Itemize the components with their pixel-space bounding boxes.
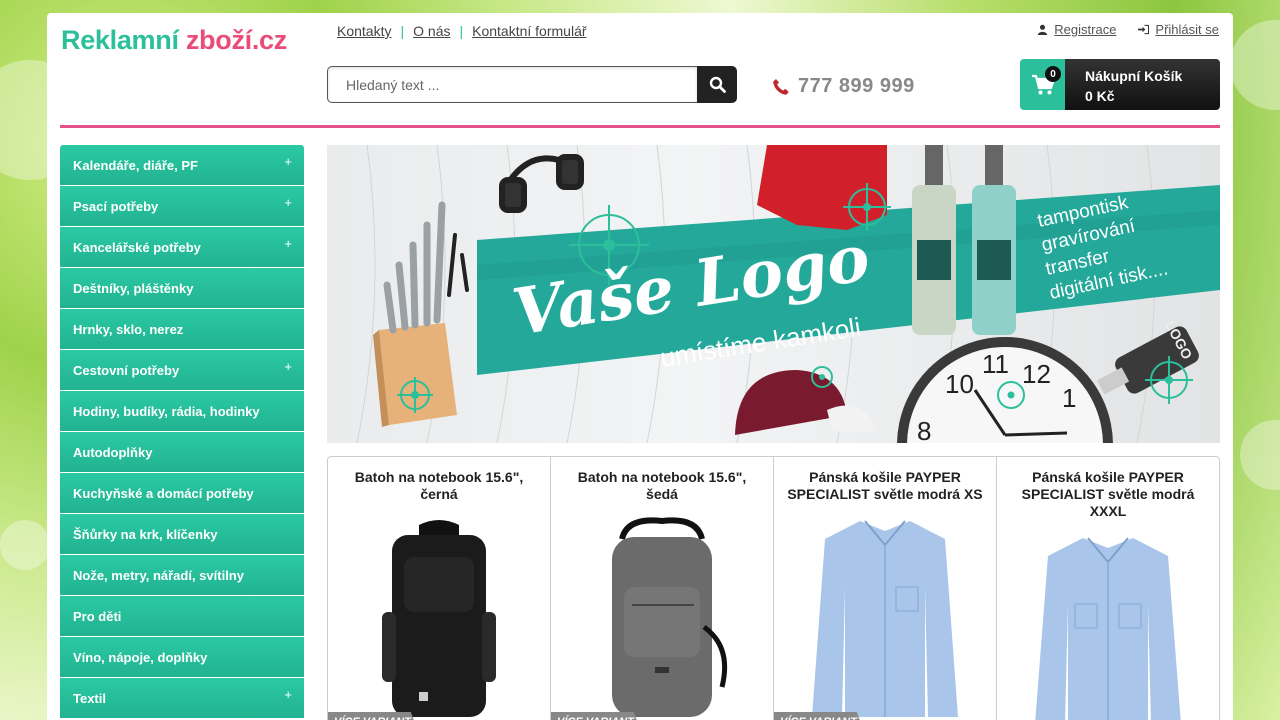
product-title[interactable]: Batoh na notebook 15.6", šedá [551, 457, 773, 503]
expand-plus-icon[interactable]: + [284, 359, 292, 374]
product-card[interactable]: Batoh na notebook 15.6", černá VÍCE VARI… [328, 457, 551, 720]
category-item[interactable]: Autodoplňky [60, 432, 304, 473]
product-grid: Batoh na notebook 15.6", černá VÍCE VARI… [327, 456, 1220, 720]
category-label: Hrnky, sklo, nerez [73, 321, 184, 337]
login-link[interactable]: Přihlásit se [1155, 22, 1219, 37]
category-sidebar: Kalendáře, diáře, PF + Psací potřeby + Kan… [60, 145, 304, 719]
category-label: Kancelářské potřeby [73, 239, 201, 255]
category-item[interactable]: Šňůrky na krk, klíčenky [60, 514, 304, 555]
product-title[interactable]: Pánská košile PAYPER SPECIALIST světle m… [997, 457, 1219, 520]
category-item[interactable]: Kuchyňské a domácí potřeby [60, 473, 304, 514]
category-item[interactable]: Cestovní potřeby + [60, 350, 304, 391]
login-link-wrap[interactable]: Přihlásit se [1138, 22, 1219, 37]
clock-number: 1 [1062, 383, 1076, 413]
cart-count-badge: 0 [1045, 66, 1061, 82]
search-input[interactable] [327, 66, 697, 103]
backpack-image [612, 517, 728, 717]
product-image[interactable] [328, 517, 550, 717]
shopping-cart-button[interactable]: 0 Nákupní Košík 0 Kč [1020, 59, 1220, 110]
knife-block-image [373, 201, 469, 427]
user-icon [1038, 24, 1048, 35]
account-links: Registrace Přihlásit se [1037, 22, 1219, 37]
nav-link-about[interactable]: O nás [413, 23, 450, 39]
cart-icon-box: 0 [1020, 59, 1065, 110]
logo-part-1: Reklamní [61, 25, 179, 55]
sign-in-icon [1138, 24, 1150, 35]
phone-contact: 777 899 999 [772, 75, 915, 98]
search-button[interactable] [697, 66, 737, 103]
category-label: Hodiny, budíky, rádia, hodinky [73, 403, 260, 419]
nav-link-contacts[interactable]: Kontakty [337, 23, 391, 39]
product-image[interactable] [551, 517, 773, 717]
search-bar [327, 66, 737, 103]
more-variants-badge: VÍCE VARIANT [774, 712, 864, 720]
nav-separator: | [400, 23, 405, 39]
clock-number: 12 [1022, 359, 1051, 389]
expand-plus-icon[interactable]: + [284, 195, 292, 210]
nav-link-contact-form[interactable]: Kontaktní formulář [472, 23, 586, 39]
logo-part-2: zboží.cz [185, 25, 287, 55]
category-item[interactable]: Kalendáře, diáře, PF + [60, 145, 304, 186]
product-title[interactable]: Pánská košile PAYPER SPECIALIST světle m… [774, 457, 996, 503]
nav-separator: | [459, 23, 464, 39]
promo-banner[interactable]: 10 11 12 1 8 LOGO Vaše Logo umístíme kam… [327, 145, 1220, 443]
banner-graphic: 10 11 12 1 8 LOGO Vaše Logo umístíme kam… [356, 145, 1220, 443]
register-link[interactable]: Registrace [1054, 22, 1116, 37]
expand-plus-icon[interactable]: + [284, 236, 292, 251]
category-item[interactable]: Deštníky, pláštěnky [60, 268, 304, 309]
category-label: Šňůrky na krk, klíčenky [73, 526, 218, 542]
expand-plus-icon[interactable]: + [284, 154, 292, 169]
expand-plus-icon[interactable]: + [284, 687, 292, 702]
page-container: Reklamní zboží.cz Kontakty | O nás | Kontakt… [47, 13, 1233, 720]
product-card[interactable]: Pánská košile PAYPER SPECIALIST světle m… [774, 457, 997, 720]
category-item[interactable]: Nože, metry, nářadí, svítilny [60, 555, 304, 596]
category-label: Autodoplňky [73, 444, 153, 460]
category-label: Víno, nápoje, doplňky [73, 649, 208, 665]
product-image[interactable] [997, 534, 1219, 720]
category-item[interactable]: Pro děti [60, 596, 304, 637]
phone-number: 777 899 999 [798, 75, 915, 97]
site-logo[interactable]: Reklamní zboží.cz [61, 25, 287, 56]
product-image[interactable] [774, 517, 996, 717]
category-item[interactable]: Hodiny, budíky, rádia, hodinky [60, 391, 304, 432]
headphones-image [499, 154, 584, 213]
product-card[interactable]: Pánská košile PAYPER SPECIALIST světle m… [997, 457, 1219, 720]
backpack-image [382, 520, 496, 717]
more-variants-badge: VÍCE VARIANT [551, 712, 641, 720]
cart-label: Nákupní Košík [1085, 68, 1183, 84]
category-item[interactable]: Textil + [60, 678, 304, 719]
top-navigation: Kontakty | O nás | Kontaktní formulář [337, 23, 587, 39]
cart-total: 0 Kč [1085, 88, 1115, 104]
product-title[interactable]: Batoh na notebook 15.6", černá [328, 457, 550, 503]
category-item[interactable]: Kancelářské potřeby + [60, 227, 304, 268]
category-label: Psací potřeby [73, 198, 159, 214]
cap-image [735, 370, 877, 435]
search-icon [709, 76, 726, 93]
category-item[interactable]: Psací potřeby + [60, 186, 304, 227]
category-label: Kalendáře, diáře, PF [73, 157, 198, 173]
phone-icon [773, 78, 789, 95]
category-label: Pro děti [73, 608, 122, 624]
clock-number: 10 [945, 369, 974, 399]
clock-number: 8 [917, 416, 931, 443]
cart-summary: Nákupní Košík 0 Kč [1065, 59, 1220, 110]
category-label: Kuchyňské a domácí potřeby [73, 485, 254, 501]
category-item[interactable]: Hrnky, sklo, nerez [60, 309, 304, 350]
category-label: Nože, metry, nářadí, svítilny [73, 567, 244, 583]
clock-image: 10 11 12 1 8 [897, 337, 1113, 443]
shirt-image [812, 520, 958, 717]
clock-number: 11 [982, 349, 1009, 379]
category-label: Cestovní potřeby [73, 362, 180, 378]
category-label: Textil [73, 690, 106, 706]
category-label: Deštníky, pláštěnky [73, 280, 194, 296]
more-variants-badge: VÍCE VARIANT [328, 712, 418, 720]
category-item[interactable]: Víno, nápoje, doplňky [60, 637, 304, 678]
header-divider [60, 125, 1220, 128]
product-card[interactable]: Batoh na notebook 15.6", šedá VÍCE VARIA… [551, 457, 774, 720]
register-link-wrap[interactable]: Registrace [1037, 22, 1116, 37]
shirt-image [1035, 537, 1181, 720]
